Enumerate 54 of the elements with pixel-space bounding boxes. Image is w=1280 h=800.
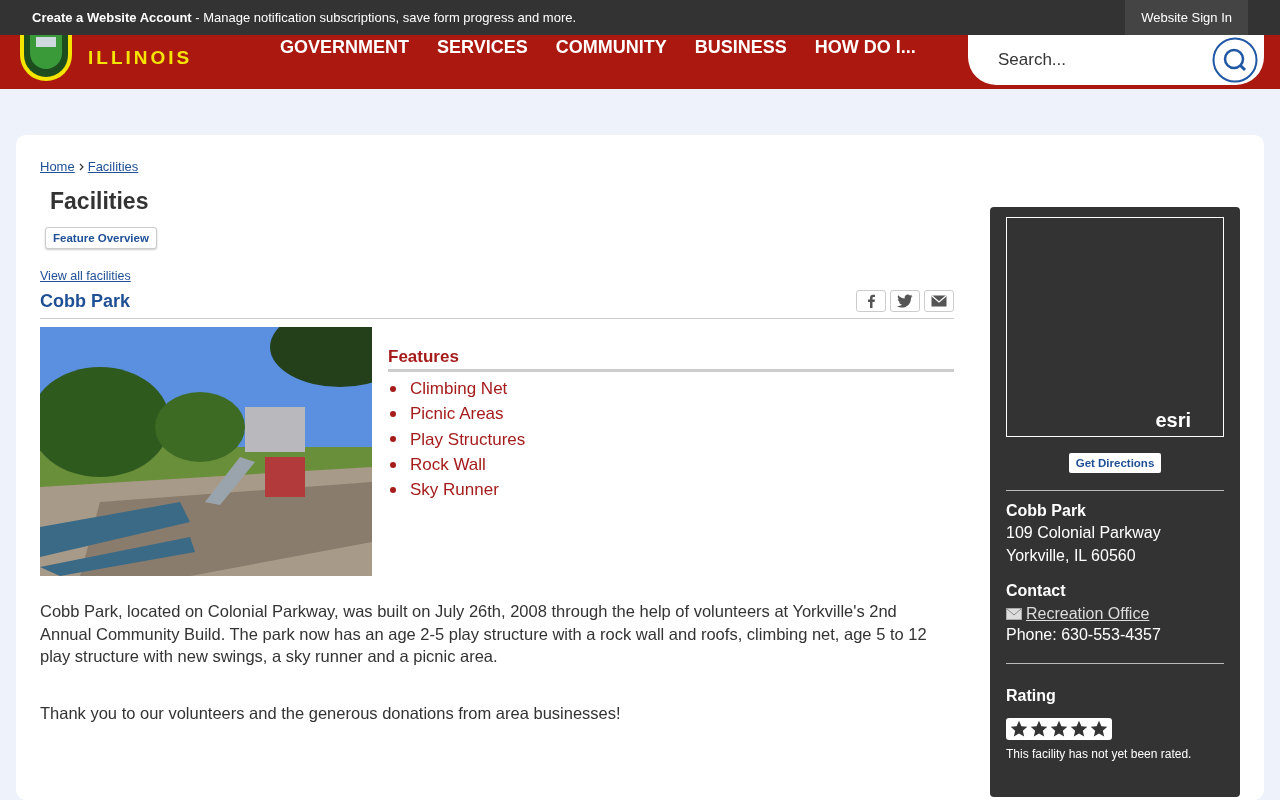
phone-text: Phone: 630-553-4357 (1006, 625, 1162, 645)
facebook-icon (866, 294, 876, 308)
search-icon[interactable] (1212, 37, 1258, 83)
city-seal-icon[interactable] (18, 35, 74, 81)
page-title: Facilities (50, 188, 150, 215)
contact-link[interactable]: Recreation Office (1026, 605, 1150, 623)
envelope-icon (931, 295, 947, 307)
directions-button[interactable]: Get Directions (1068, 453, 1162, 473)
envelope-icon (1006, 608, 1022, 620)
twitter-share-button[interactable] (890, 290, 920, 312)
star-rating-control[interactable] (1006, 718, 1112, 740)
address-line: Yorkville, IL 60560 (1006, 546, 1137, 566)
map-credit: esri (1155, 409, 1191, 432)
facility-name: Cobb Park (1006, 501, 1087, 521)
bullet-icon (390, 461, 396, 468)
nav-item[interactable]: SERVICES (437, 37, 528, 58)
feature-item: Climbing Net (410, 378, 508, 400)
nav-item[interactable]: GOVERNMENT (280, 37, 409, 58)
nav-item[interactable]: HOW DO I... (814, 37, 916, 58)
address-line: 109 Colonial Parkway (1006, 523, 1162, 543)
feature-item: Picnic Areas (410, 403, 504, 426)
feature-item: Rock Wall (410, 453, 486, 476)
features-heading: Features (388, 347, 954, 372)
breadcrumb-link[interactable]: Home (40, 159, 75, 174)
email-share-button[interactable] (924, 290, 954, 312)
nav-item[interactable]: BUSINESS (694, 37, 787, 58)
bullet-icon (390, 410, 396, 417)
star-icon[interactable] (1089, 719, 1109, 739)
rating-heading: Rating (1006, 686, 1057, 706)
nav-item[interactable]: COMMUNITY (555, 37, 667, 58)
bird-icon (897, 294, 913, 308)
contact-heading: Contact (1006, 581, 1067, 601)
bullet-icon (390, 436, 396, 443)
view-all-link[interactable]: View all facilities (40, 269, 131, 283)
star-icon[interactable] (1009, 719, 1029, 739)
star-icon[interactable] (1049, 719, 1069, 739)
breadcrumb-link[interactable]: Facilities (87, 159, 139, 174)
sign-in-button[interactable]: Website Sign In (1125, 0, 1248, 35)
star-icon[interactable] (1029, 719, 1049, 739)
star-icon[interactable] (1069, 719, 1089, 739)
description-paragraph: Cobb Park, located on Colonial Parkway, was built on July 26th, 2008 through the help of volunteers at Yorkville's 2nd Annual Community Build. The park now has an age 2-5 play structure with a rock wall and roofs, climbing net, age 5 to 12 play structure with new swings, a sky runner and a picnic area. (40, 601, 928, 668)
logo-subtitle: ILLINOIS (88, 47, 193, 69)
create-account-link[interactable]: Create a Website Account (32, 10, 192, 25)
bullet-icon (390, 385, 396, 392)
description-paragraph: Thank you to our volunteers and the generous donations from area businesses! (40, 702, 622, 724)
account-message: Create a Website Account - Manage notification subscriptions, save form progress and more. (32, 10, 577, 25)
tab[interactable]: Feature Overview (45, 227, 157, 249)
bullet-icon (390, 486, 396, 493)
feature-item: Sky Runner (410, 479, 499, 502)
facebook-share-button[interactable] (856, 290, 886, 312)
search-field[interactable]: Search... (968, 35, 1264, 85)
rating-note: This facility has not yet been rated. (1006, 749, 1193, 760)
feature-item: Play Structures (410, 428, 526, 451)
facility-name: Cobb Park (40, 291, 131, 312)
